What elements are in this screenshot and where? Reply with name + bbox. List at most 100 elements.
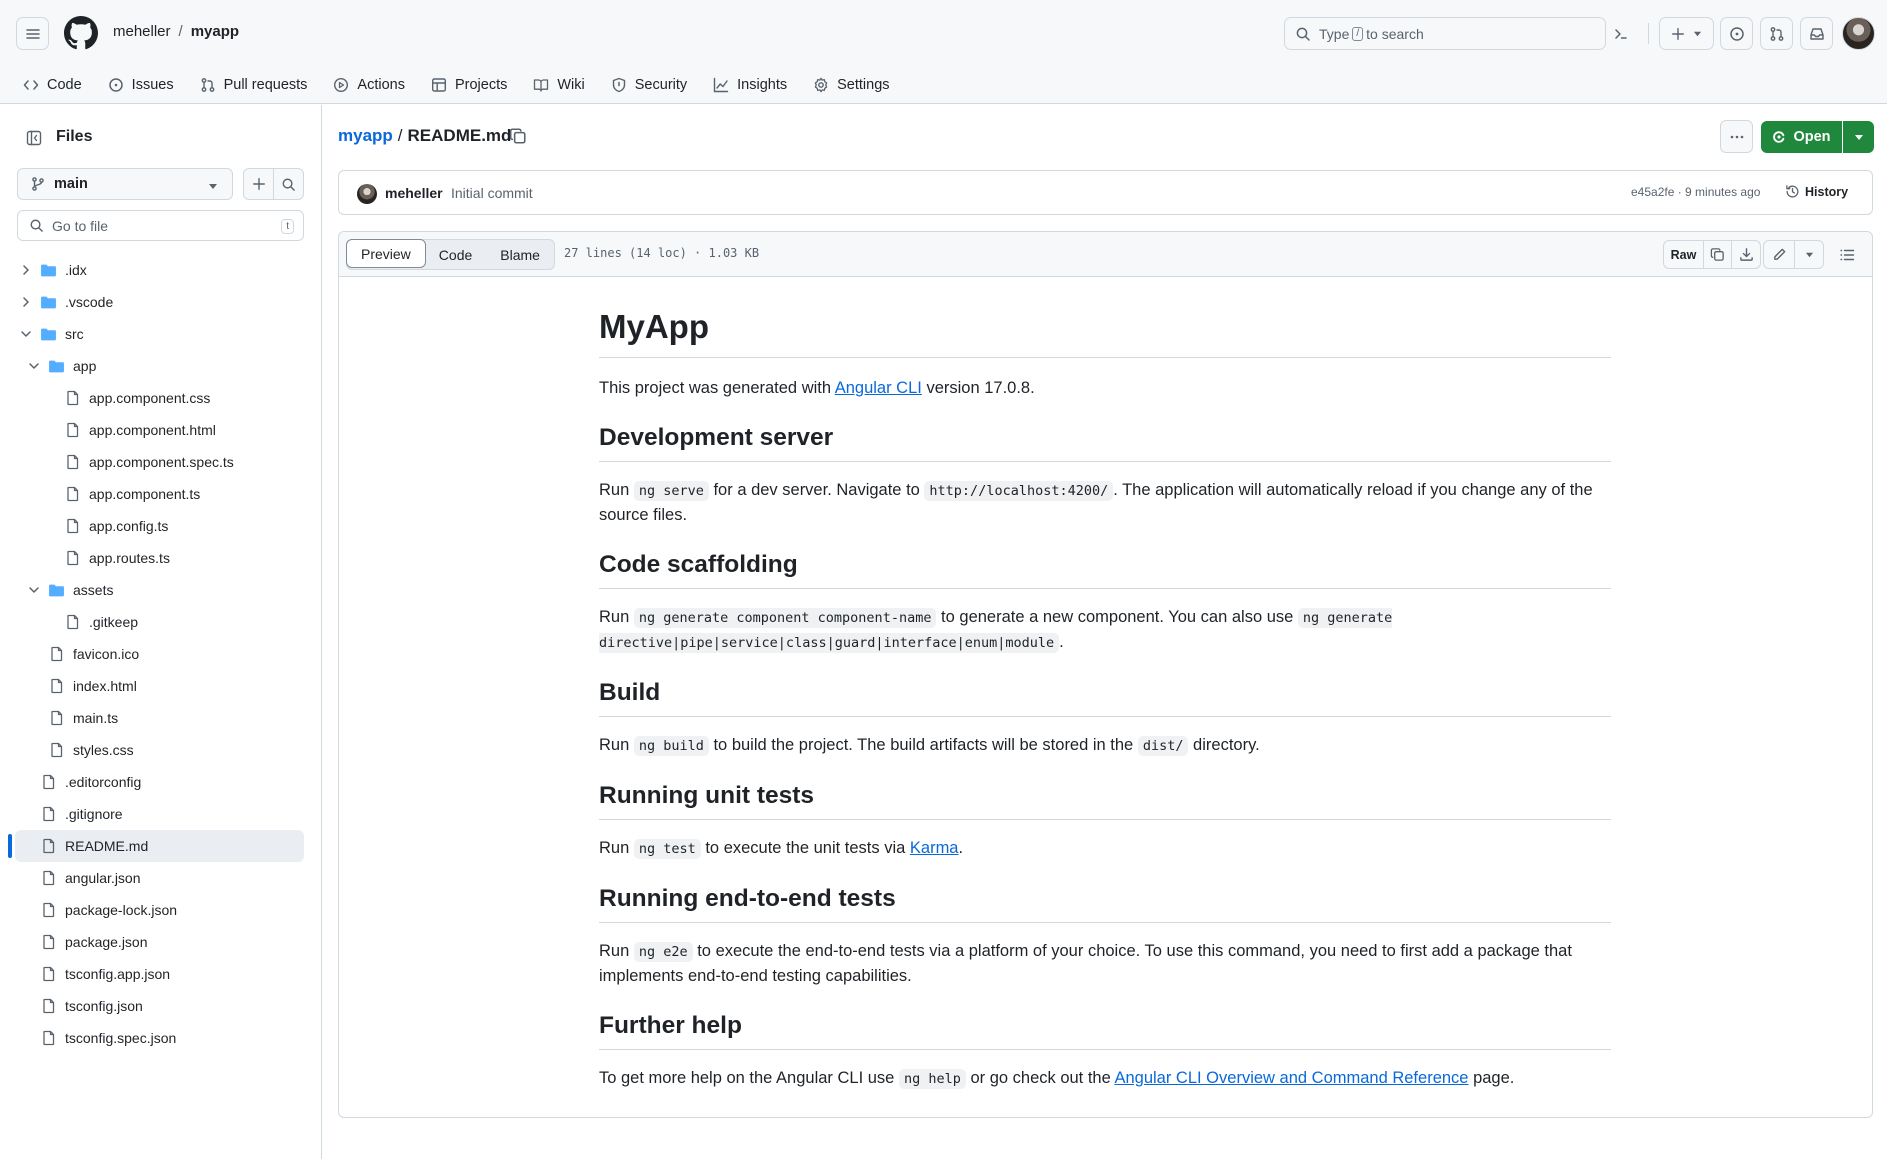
more-options-button[interactable]	[1720, 120, 1753, 153]
tree-file[interactable]: app.component.css	[0, 382, 322, 414]
tree-folder[interactable]: src	[0, 318, 322, 350]
file-icon	[43, 806, 55, 822]
tree-file[interactable]: index.html	[0, 670, 322, 702]
tree-file[interactable]: app.component.spec.ts	[0, 446, 322, 478]
repo-link[interactable]: myapp	[191, 23, 239, 40]
tree-file[interactable]: tsconfig.spec.json	[0, 1022, 322, 1054]
history-button[interactable]: History	[1785, 184, 1848, 199]
download-raw-button[interactable]	[1732, 241, 1760, 268]
book-icon	[534, 79, 549, 92]
tab-pull-requests[interactable]: Pull requests	[187, 66, 321, 104]
owner-link[interactable]: meheller	[113, 23, 171, 40]
issues-button[interactable]	[1720, 17, 1753, 50]
create-new-button[interactable]	[1659, 17, 1714, 50]
tree-file[interactable]: .gitkeep	[0, 606, 322, 638]
triangle-down-icon	[1805, 252, 1813, 258]
breadcrumb-separator: /	[397, 126, 403, 145]
open-button[interactable]: Open	[1761, 121, 1842, 153]
tree-item-name: app.component.html	[89, 422, 216, 438]
tab-security[interactable]: Security	[598, 66, 700, 104]
tree-item-name: app.component.css	[89, 390, 211, 406]
inbox-button[interactable]	[1800, 17, 1833, 50]
github-logo-icon[interactable]	[64, 16, 98, 50]
text: or go check out the	[965, 1069, 1115, 1087]
angular-cli-link[interactable]: Angular CLI	[835, 379, 922, 397]
commit-author[interactable]: meheller	[385, 185, 443, 201]
tree-folder[interactable]: assets	[0, 574, 322, 606]
tree-file[interactable]: app.component.html	[0, 414, 322, 446]
tree-file[interactable]: package.json	[0, 926, 322, 958]
raw-button[interactable]: Raw	[1664, 241, 1704, 268]
tree-item-name: styles.css	[73, 742, 134, 758]
edit-file-button[interactable]	[1764, 241, 1795, 268]
tree-file[interactable]: app.config.ts	[0, 510, 322, 542]
chevron-right-icon[interactable]	[20, 296, 32, 308]
karma-link[interactable]: Karma	[910, 839, 959, 857]
preview-tab[interactable]: Preview	[346, 239, 426, 268]
chevron-down-icon[interactable]	[20, 328, 32, 340]
tree-file[interactable]: tsconfig.app.json	[0, 958, 322, 990]
tab-issues[interactable]: Issues	[95, 66, 187, 104]
search-code-button[interactable]	[273, 168, 304, 200]
add-file-button[interactable]	[243, 168, 274, 200]
tree-folder[interactable]: .vscode	[0, 286, 322, 318]
heading-further-help: Further help	[599, 1008, 1611, 1050]
tab-insights[interactable]: Insights	[700, 66, 800, 104]
commit-message[interactable]: Initial commit	[451, 185, 533, 201]
plus-icon	[252, 178, 265, 190]
header-divider	[1648, 23, 1649, 44]
commit-author-avatar[interactable]	[357, 184, 377, 204]
cli-reference-link[interactable]: Angular CLI Overview and Command Referen…	[1114, 1069, 1468, 1087]
user-avatar[interactable]	[1842, 17, 1875, 50]
tab-settings[interactable]: Settings	[800, 66, 902, 104]
open-options-button[interactable]	[1843, 121, 1874, 153]
triangle-down-icon	[209, 184, 217, 189]
readme-intro: This project was generated with Angular …	[599, 376, 1611, 400]
tab-code[interactable]: Code	[0, 66, 95, 104]
text: .	[1059, 633, 1064, 651]
tree-file[interactable]: favicon.ico	[0, 638, 322, 670]
breadcrumb-repo-link[interactable]: myapp	[338, 126, 393, 146]
tree-item-name: package-lock.json	[65, 902, 178, 918]
tree-file[interactable]: app.component.ts	[0, 478, 322, 510]
search-icon	[30, 219, 43, 232]
menu-button[interactable]	[16, 17, 49, 50]
edit-options-button[interactable]	[1795, 241, 1823, 268]
tree-file[interactable]: .editorconfig	[0, 766, 322, 798]
go-to-file-input[interactable]: Go to file t	[17, 210, 304, 241]
tree-file[interactable]: main.ts	[0, 702, 322, 734]
tab-projects[interactable]: Projects	[418, 66, 520, 104]
blame-tab[interactable]: Blame	[486, 240, 554, 269]
copy-raw-button[interactable]	[1704, 241, 1732, 268]
outline-button[interactable]	[1832, 240, 1861, 269]
tree-file[interactable]: README.md	[0, 830, 322, 862]
tree-file[interactable]: .gitignore	[0, 798, 322, 830]
tree-file[interactable]: tsconfig.json	[0, 990, 322, 1022]
issue-opened-icon	[1729, 26, 1744, 41]
triangle-down-icon	[1693, 31, 1702, 37]
code-tab[interactable]: Code	[425, 240, 486, 269]
file-icon	[67, 518, 79, 534]
file-icon	[67, 614, 79, 630]
pull-requests-button[interactable]	[1760, 17, 1793, 50]
tab-wiki[interactable]: Wiki	[520, 66, 597, 104]
chevron-right-icon[interactable]	[20, 264, 32, 276]
chevron-down-icon[interactable]	[28, 584, 40, 596]
tree-file[interactable]: styles.css	[0, 734, 322, 766]
tab-actions[interactable]: Actions	[320, 66, 418, 104]
search-input[interactable]: Type / to search	[1284, 17, 1606, 50]
tree-item-name: app.component.spec.ts	[89, 454, 234, 470]
chevron-down-icon[interactable]	[28, 360, 40, 372]
tree-item-name: app.config.ts	[89, 518, 169, 534]
collapse-sidebar-button[interactable]	[17, 121, 50, 154]
tree-folder[interactable]: .idx	[0, 254, 322, 286]
command-palette-button[interactable]	[1604, 17, 1637, 50]
tree-file[interactable]: angular.json	[0, 862, 322, 894]
tree-file[interactable]: app.routes.ts	[0, 542, 322, 574]
copy-icon	[1710, 248, 1724, 261]
copy-path-button[interactable]	[509, 127, 527, 145]
tree-folder[interactable]: app	[0, 350, 322, 382]
commit-meta[interactable]: e45a2fe · 9 minutes ago	[1631, 185, 1760, 199]
tree-file[interactable]: package-lock.json	[0, 894, 322, 926]
branch-selector[interactable]: main	[17, 168, 233, 200]
